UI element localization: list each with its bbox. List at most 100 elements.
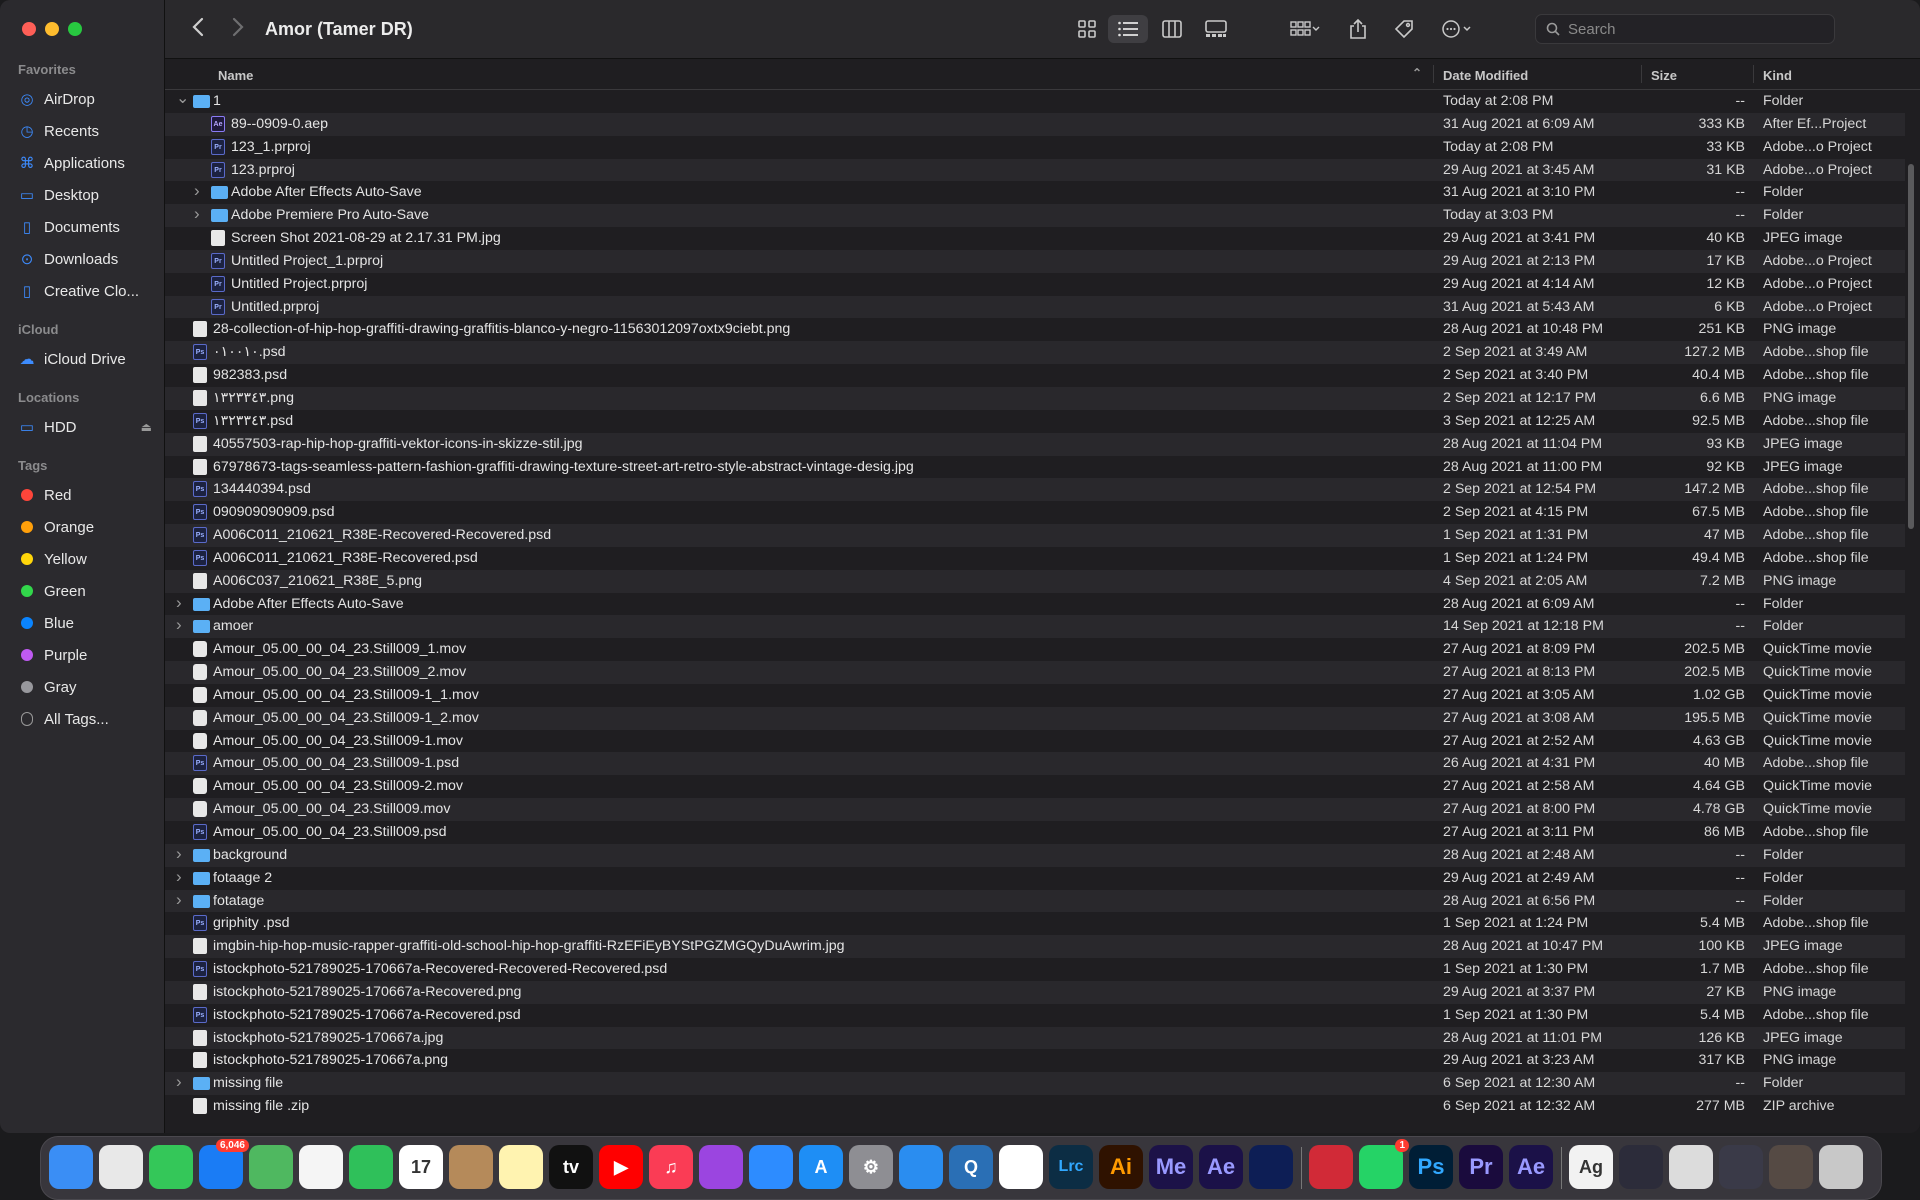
sidebar-item-blue[interactable]: Blue [18, 610, 158, 636]
sidebar-item-creative-clo[interactable]: ▯ Creative Clo... [18, 278, 158, 304]
maps-icon[interactable] [249, 1145, 293, 1189]
lightroom-classic-icon[interactable]: Lrc [1049, 1145, 1093, 1189]
file-row[interactable]: › missing file 6 Sep 2021 at 12:30 AM -- Fol… [165, 1072, 1905, 1096]
file-row[interactable]: istockphoto-521789025-170667a.jpg 28 Aug … [165, 1026, 1905, 1050]
file-row[interactable]: › fotatage 28 Aug 2021 at 6:56 PM -- Folder [165, 889, 1905, 913]
file-row[interactable]: Amour_05.00_00_04_23.Still009_1.mov 27 Au… [165, 638, 1905, 661]
sidebar-item-recents[interactable]: ◷ Recents [18, 118, 158, 144]
sidebar-item-yellow[interactable]: Yellow [18, 546, 158, 572]
file-row[interactable]: Pr Untitled.prproj 31 Aug 2021 at 5:43 AM 6… [165, 295, 1905, 319]
file-row[interactable]: Ps Amour_05.00_00_04_23.Still009.psd 27 Au… [165, 821, 1905, 844]
icon-view-button[interactable] [1070, 15, 1104, 43]
quicktime-icon[interactable]: Q [949, 1145, 993, 1189]
font-book-icon[interactable]: Ag [1569, 1145, 1613, 1189]
podcasts-icon[interactable] [699, 1145, 743, 1189]
file-row[interactable]: A006C037_210621_R38E_5.png 4 Sep 2021 at … [165, 569, 1905, 593]
sidebar-item-purple[interactable]: Purple [18, 642, 158, 668]
gallery-view-button[interactable] [1199, 15, 1233, 43]
photos-icon[interactable] [299, 1145, 343, 1189]
column-divider[interactable] [1433, 65, 1434, 83]
launchpad-icon[interactable] [99, 1145, 143, 1189]
sidebar-item-documents[interactable]: ▯ Documents [18, 214, 158, 240]
eject-icon[interactable]: ⏏ [141, 420, 152, 434]
trash-icon[interactable] [1819, 1145, 1863, 1189]
sidebar-item-hdd[interactable]: ▭ HDD ⏏ [18, 414, 158, 440]
contacts-icon[interactable] [449, 1145, 493, 1189]
app-store-icon[interactable]: A [799, 1145, 843, 1189]
photoshop-icon[interactable]: Ps [1409, 1145, 1453, 1189]
file-row[interactable]: ⌄ 1 Today at 2:08 PM -- Folder [165, 90, 1905, 113]
minimized-window-2-icon[interactable] [1669, 1145, 1713, 1189]
zoom-icon[interactable] [749, 1145, 793, 1189]
file-row[interactable]: › background 28 Aug 2021 at 2:48 AM -- Folde… [165, 843, 1905, 867]
creative-cloud-icon[interactable] [1309, 1145, 1353, 1189]
file-row[interactable]: 67978673-tags-seamless-pattern-fashion-g… [165, 456, 1905, 479]
column-name-header[interactable]: Name [218, 68, 253, 83]
back-button[interactable] [191, 16, 205, 44]
cinema-4d-icon[interactable] [1249, 1145, 1293, 1189]
file-row[interactable]: › fotaage 2 29 Aug 2021 at 2:49 AM -- Folder [165, 867, 1905, 890]
messages-icon[interactable] [149, 1145, 193, 1189]
file-row[interactable]: missing file .zip 6 Sep 2021 at 12:32 AM 2… [165, 1095, 1905, 1118]
finder-icon[interactable] [49, 1145, 93, 1189]
sidebar-item-downloads[interactable]: ⊙ Downloads [18, 246, 158, 272]
file-row[interactable]: Pr 123.prproj 29 Aug 2021 at 3:45 AM 31 KB A… [165, 158, 1905, 182]
vertical-scrollbar[interactable] [1908, 164, 1914, 529]
minimized-window-3-icon[interactable] [1719, 1145, 1763, 1189]
file-row[interactable]: Ps griphity .psd 1 Sep 2021 at 1:24 PM 5.4 … [165, 912, 1905, 935]
file-row[interactable]: istockphoto-521789025-170667a.png 29 Aug … [165, 1049, 1905, 1072]
premiere-pro-icon[interactable]: Pr [1459, 1145, 1503, 1189]
column-size-header[interactable]: Size [1651, 68, 1677, 83]
safari-icon[interactable] [899, 1145, 943, 1189]
media-encoder-icon[interactable]: Me [1149, 1145, 1193, 1189]
column-kind-header[interactable]: Kind [1763, 68, 1792, 83]
file-row[interactable]: Ps istockphoto-521789025-170667a-Recovere… [165, 958, 1905, 981]
file-row[interactable]: Pr Untitled Project_1.prproj 29 Aug 2021 a… [165, 249, 1905, 273]
file-row[interactable]: Ps A006C011_210621_R38E-Recovered-Recover… [165, 524, 1905, 547]
calendar-icon[interactable]: 17 [399, 1145, 443, 1189]
minimized-window-1-icon[interactable] [1619, 1145, 1663, 1189]
file-row[interactable]: Amour_05.00_00_04_23.Still009_2.mov 27 Au… [165, 661, 1905, 684]
file-row[interactable]: 28-collection-of-hip-hop-graffiti-drawin… [165, 318, 1905, 341]
sidebar-item-airdrop[interactable]: ◎ AirDrop [18, 86, 158, 112]
after-effects-2-icon[interactable]: Ae [1509, 1145, 1553, 1189]
column-view-button[interactable] [1155, 15, 1189, 43]
file-row[interactable]: Ae 89--0909-0.aep 31 Aug 2021 at 6:09 AM 33… [165, 112, 1905, 136]
close-window-button[interactable] [22, 22, 36, 36]
file-row[interactable]: imgbin-hip-hop-music-rapper-graffiti-old… [165, 935, 1905, 959]
youtube-icon[interactable]: ▶ [599, 1145, 643, 1189]
sidebar-item-gray[interactable]: Gray [18, 674, 158, 700]
file-row[interactable]: Amour_05.00_00_04_23.Still009-1_1.mov 27 … [165, 684, 1905, 707]
sidebar-item-all-tags[interactable]: All Tags... [18, 706, 158, 732]
sidebar-item-red[interactable]: Red [18, 482, 158, 508]
facetime-icon[interactable] [349, 1145, 393, 1189]
file-row[interactable]: Amour_05.00_00_04_23.Still009-2.mov 27 Au… [165, 775, 1905, 798]
zoom-window-button[interactable] [68, 22, 82, 36]
file-row[interactable]: Ps ١٣٢٣٣٤٣.psd 3 Sep 2021 at 12:25 AM 92.5 … [165, 410, 1905, 433]
file-row[interactable]: Amour_05.00_00_04_23.Still009-1.mov 27 Au… [165, 730, 1905, 753]
file-row[interactable]: Ps 134440394.psd 2 Sep 2021 at 12:54 PM 147… [165, 478, 1905, 502]
search-field[interactable]: Search [1535, 14, 1835, 44]
file-row[interactable]: Ps A006C011_210621_R38E-Recovered.psd 1 Se… [165, 547, 1905, 570]
column-divider[interactable] [1641, 65, 1642, 83]
file-row[interactable]: 40557503-rap-hip-hop-graffiti-vektor-ico… [165, 432, 1905, 456]
sidebar-item-orange[interactable]: Orange [18, 514, 158, 540]
file-row[interactable]: 982383.psd 2 Sep 2021 at 3:40 PM 40.4 MB Ad… [165, 364, 1905, 387]
mail-icon[interactable]: 6,046 [199, 1139, 249, 1189]
sidebar-item-desktop[interactable]: ▭ Desktop [18, 182, 158, 208]
file-row[interactable]: › Adobe After Effects Auto-Save 31 Aug 202… [165, 181, 1905, 204]
more-actions-button[interactable] [1435, 15, 1479, 43]
minimized-window-4-icon[interactable] [1769, 1145, 1813, 1189]
notes-icon[interactable] [499, 1145, 543, 1189]
sidebar-item-green[interactable]: Green [18, 578, 158, 604]
sidebar-item-applications[interactable]: ⌘ Applications [18, 150, 158, 176]
sidebar-item-icloud-drive[interactable]: ☁ iCloud Drive [18, 346, 158, 372]
system-preferences-icon[interactable]: ⚙ [849, 1145, 893, 1189]
list-view-button[interactable] [1108, 15, 1148, 43]
file-row[interactable]: › Adobe After Effects Auto-Save 28 Aug 202… [165, 593, 1905, 616]
file-row[interactable]: Pr 123_1.prproj Today at 2:08 PM 33 KB Adobe… [165, 136, 1905, 159]
file-row[interactable]: Ps 090909090909.psd 2 Sep 2021 at 4:15 PM 6… [165, 501, 1905, 524]
after-effects-icon[interactable]: Ae [1199, 1145, 1243, 1189]
tv-icon[interactable]: tv [549, 1145, 593, 1189]
file-row[interactable]: Pr Untitled Project.prproj 29 Aug 2021 at … [165, 273, 1905, 296]
